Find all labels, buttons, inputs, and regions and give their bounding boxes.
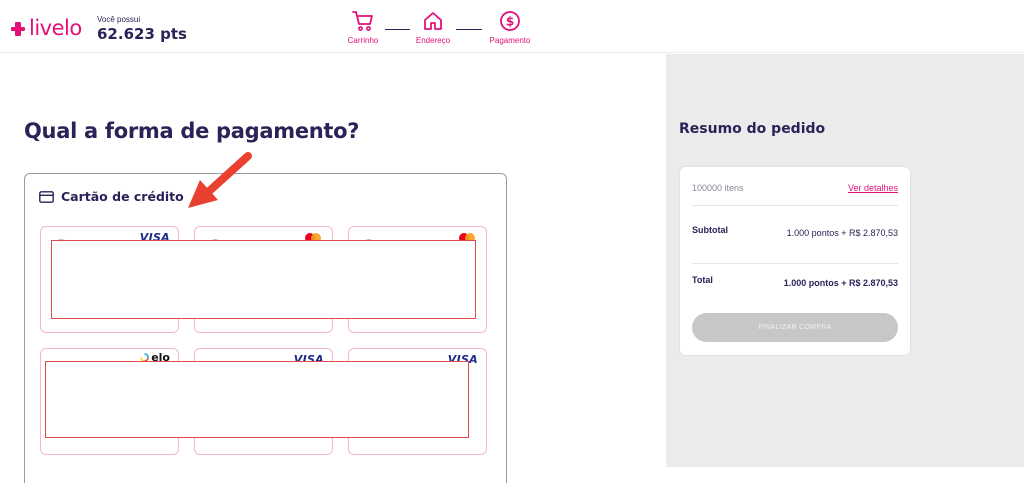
total-value: 1.000 pontos + R$ 2.870,53 — [783, 278, 898, 288]
subtotal-label: Subtotal — [692, 225, 728, 235]
step-connector — [456, 29, 482, 30]
redaction-box — [45, 361, 469, 438]
step-cart[interactable]: Carrinho — [333, 10, 393, 45]
redaction-box — [51, 240, 476, 319]
divider — [692, 205, 898, 206]
logo-text: livelo — [29, 16, 82, 40]
step-payment[interactable]: $ Pagamento — [480, 10, 540, 45]
credit-card-option[interactable]: Cartão de crédito — [39, 189, 184, 204]
points-value: 62.623 pts — [97, 25, 187, 43]
dollar-icon: $ — [500, 11, 520, 31]
checkout-stepper: Carrinho Endereço $ Pagamento — [343, 10, 543, 50]
total-label: Total — [692, 275, 713, 285]
checkout-page: livelo Você possui 62.623 pts Carrinho E… — [0, 0, 1024, 483]
annotation-arrow-icon — [188, 152, 252, 208]
page-title: Qual a forma de pagamento? — [24, 119, 360, 143]
points-caption: Você possui — [97, 15, 141, 24]
summary-card: 100000 itens Ver detalhes Subtotal 1.000… — [679, 166, 911, 356]
livelo-logo[interactable]: livelo — [10, 18, 82, 39]
plus-icon — [11, 21, 25, 36]
payment-method-label: Cartão de crédito — [61, 189, 184, 204]
home-icon — [424, 12, 442, 30]
subtotal-value: 1.000 pontos + R$ 2.870,53 — [786, 228, 898, 238]
step-label: Endereço — [415, 36, 451, 45]
points-balance: Você possui 62.623 pts — [97, 15, 187, 43]
header: livelo Você possui 62.623 pts Carrinho E… — [0, 0, 1024, 53]
svg-text:$: $ — [506, 15, 514, 29]
view-details-link[interactable]: Ver detalhes — [848, 183, 898, 193]
step-label: Carrinho — [347, 36, 379, 45]
step-label: Pagamento — [489, 36, 531, 45]
step-address[interactable]: Endereço — [403, 10, 463, 45]
summary-title: Resumo do pedido — [679, 121, 826, 137]
credit-card-icon — [39, 190, 54, 203]
cart-icon — [352, 11, 373, 31]
divider — [692, 263, 898, 264]
finalize-purchase-button[interactable]: FINALIZAR COMPRA — [692, 313, 898, 342]
items-count: 100000 itens — [692, 183, 744, 193]
